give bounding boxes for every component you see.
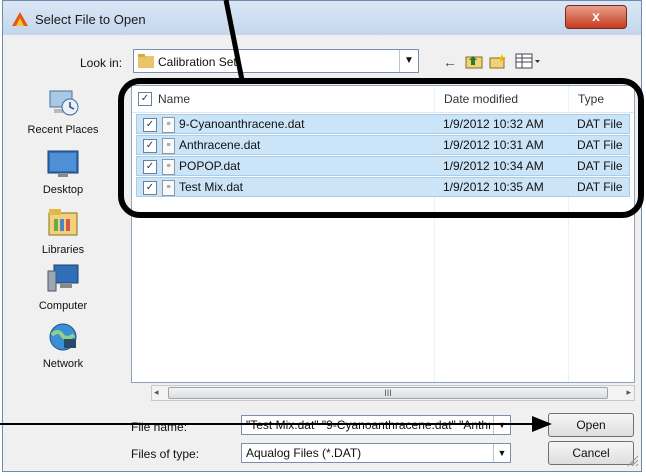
place-network[interactable]: Network: [11, 321, 115, 370]
chevron-down-icon[interactable]: ▼: [493, 444, 510, 462]
place-label: Desktop: [42, 184, 84, 196]
back-icon[interactable]: ←: [441, 54, 459, 70]
view-menu-icon[interactable]: [515, 53, 541, 69]
file-name-value: "Test Mix.dat" "9-Cyanoanthracene.dat" "…: [246, 418, 490, 432]
file-open-dialog: Select File to Open x Look in: Calibrati…: [2, 0, 642, 472]
scroll-left-icon[interactable]: ◂: [154, 387, 159, 398]
look-in-value: Calibration Set: [158, 55, 237, 69]
window-title: Select File to Open: [35, 12, 146, 27]
file-type-label: Files of type:: [131, 447, 200, 461]
horizontal-scrollbar[interactable]: ◂ III ▸: [151, 385, 635, 401]
place-desktop[interactable]: Desktop: [11, 149, 115, 196]
open-button[interactable]: Open: [548, 413, 634, 437]
place-label: Recent Places: [27, 124, 99, 136]
new-folder-icon[interactable]: [489, 53, 507, 69]
place-libraries[interactable]: Libraries: [11, 207, 115, 256]
computer-icon: [47, 264, 79, 292]
app-icon: [12, 12, 28, 26]
place-recent-places[interactable]: Recent Places: [11, 85, 115, 136]
recent-places-icon: [49, 90, 79, 116]
chevron-down-icon[interactable]: ▼: [399, 50, 418, 72]
file-type-select[interactable]: Aqualog Files (*.DAT) ▼: [241, 443, 511, 463]
desktop-icon: [47, 150, 79, 177]
scroll-right-icon[interactable]: ▸: [626, 387, 631, 398]
place-label: Libraries: [41, 244, 85, 256]
selection-highlight-callout: [118, 78, 644, 218]
place-label: Network: [42, 358, 84, 370]
up-folder-icon[interactable]: [465, 53, 483, 69]
scroll-thumb[interactable]: III: [168, 387, 608, 399]
libraries-icon: [48, 209, 78, 236]
network-icon: [49, 323, 77, 351]
file-type-value: Aqualog Files (*.DAT): [246, 446, 362, 460]
place-computer[interactable]: Computer: [11, 263, 115, 312]
title-bar[interactable]: Select File to Open x: [3, 1, 641, 35]
close-button[interactable]: x: [565, 5, 627, 29]
look-in-dropdown[interactable]: Calibration Set ▼: [133, 49, 419, 73]
cancel-button[interactable]: Cancel: [548, 441, 634, 465]
file-name-label: File name:: [131, 420, 188, 434]
resize-grip-icon[interactable]: [625, 453, 639, 467]
file-name-input[interactable]: "Test Mix.dat" "9-Cyanoanthracene.dat" "…: [241, 415, 511, 435]
place-label: Computer: [38, 300, 88, 312]
folder-icon: [138, 54, 154, 68]
look-in-label: Look in:: [80, 56, 123, 70]
chevron-down-icon[interactable]: ▼: [493, 416, 510, 434]
